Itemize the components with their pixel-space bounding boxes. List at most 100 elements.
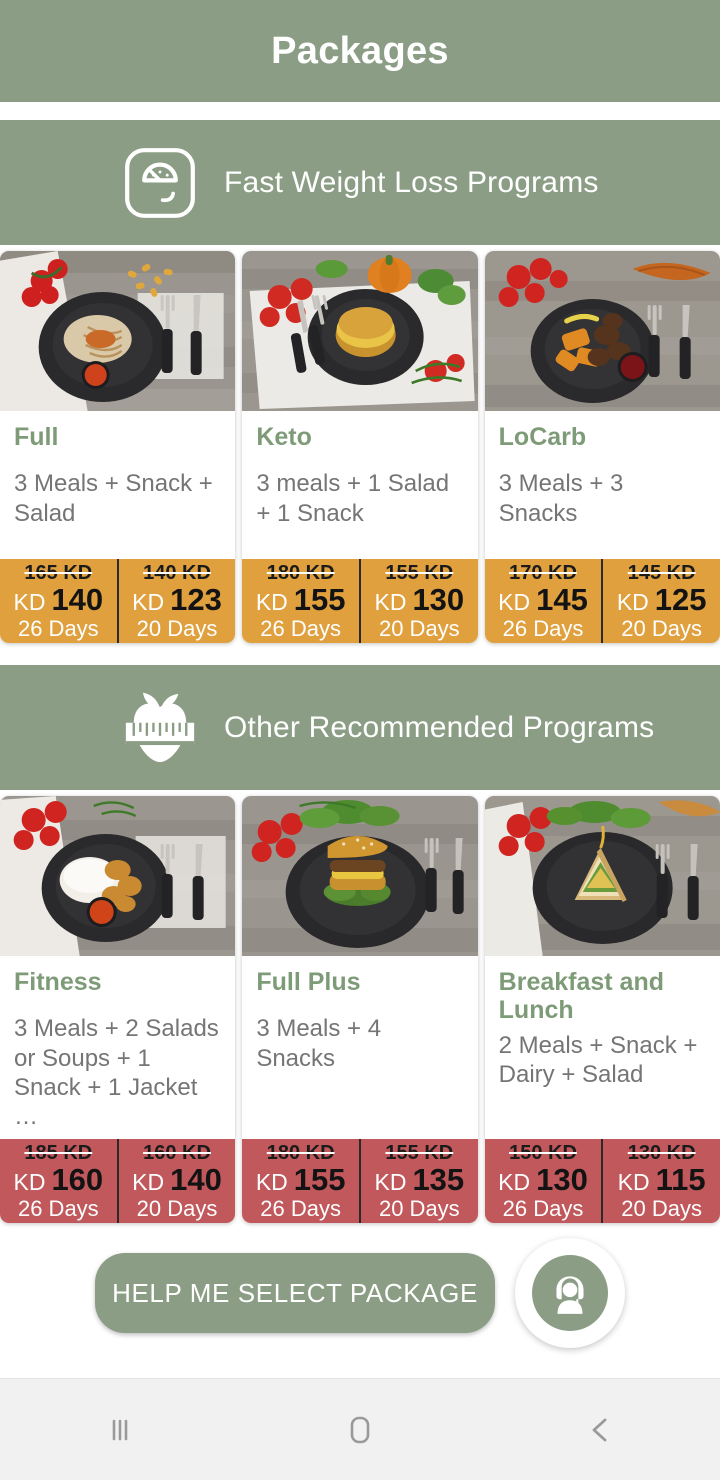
new-price: KD 140 <box>132 1164 222 1195</box>
package-image-keto <box>242 251 478 411</box>
new-price: KD 135 <box>374 1164 464 1195</box>
price-option-20-days[interactable]: 155 KD KD 135 20 Days <box>359 1139 478 1224</box>
package-title: Keto <box>256 423 312 451</box>
help-me-select-package-button[interactable]: HELP ME SELECT PACKAGE <box>95 1253 495 1334</box>
package-card-breakfast-and-lunch[interactable]: Breakfast and Lunch 2 Meals + Snack + Da… <box>484 796 720 1224</box>
section-title: Other Recommended Programs <box>224 710 655 744</box>
package-pricebar-locarb: 170 KD KD 145 26 Days 145 KD KD 125 20 D… <box>484 559 720 643</box>
section-header-fast-weight-loss: Fast Weight Loss Programs <box>0 120 720 245</box>
old-price: 180 KD <box>266 1141 335 1164</box>
package-card-full[interactable]: Full 3 Meals + Snack + Salad 165 KD KD 1… <box>0 251 236 643</box>
old-price: 150 KD <box>509 1141 577 1164</box>
apple-measuring-tape-icon <box>118 686 202 770</box>
price-amount: 140 <box>51 581 104 617</box>
old-price: 130 KD <box>627 1141 696 1164</box>
new-price: KD 123 <box>132 584 222 615</box>
bottom-action-area: HELP ME SELECT PACKAGE <box>0 1223 720 1364</box>
currency-label: KD <box>374 588 407 615</box>
package-card-fitness[interactable]: Fitness 3 Meals + 2 Salads or Soups + 1 … <box>0 796 236 1224</box>
package-title: Full Plus <box>256 968 361 996</box>
duration-label: 20 Days <box>378 1195 460 1221</box>
weight-scale-icon <box>118 141 202 225</box>
price-option-26-days[interactable]: 185 KD KD 160 26 Days <box>0 1139 117 1223</box>
package-pricebar-keto: 180 KD KD 155 26 Days 155 KD KD 130 20 D… <box>242 559 478 643</box>
price-option-20-days[interactable]: 145 KD KD 125 20 Days <box>601 559 720 643</box>
old-price: 155 KD <box>385 1141 454 1164</box>
package-image-fitness <box>0 796 236 956</box>
package-image-locarb <box>484 251 720 411</box>
new-price: KD 130 <box>498 1164 588 1195</box>
duration-label: 26 Days <box>260 615 342 641</box>
duration-label: 20 Days <box>621 615 703 641</box>
package-card-keto[interactable]: Keto 3 meals + 1 Salad + 1 Snack 180 KD … <box>242 251 478 643</box>
package-body-keto: Keto 3 meals + 1 Salad + 1 Snack <box>242 411 477 559</box>
currency-label: KD <box>617 1168 650 1195</box>
package-description: 3 Meals + 2 Salads or Soups + 1 Snack + … <box>14 1015 219 1131</box>
package-pricebar-breakfast-and-lunch: 150 KD KD 130 26 Days 130 KD KD 115 20 D… <box>484 1139 720 1224</box>
duration-label: 20 Days <box>378 615 460 641</box>
duration-label: 26 Days <box>17 615 99 641</box>
package-description: 3 Meals + 4 Snacks <box>256 1015 382 1072</box>
currency-label: KD <box>13 1168 46 1195</box>
package-card-row-other-recommended: Fitness 3 Meals + 2 Salads or Soups + 1 … <box>0 790 720 1224</box>
old-price: 180 KD <box>266 561 335 584</box>
currency-label: KD <box>255 1168 288 1195</box>
package-image-full <box>0 251 236 411</box>
price-option-26-days[interactable]: 170 KD KD 145 26 Days <box>485 559 602 643</box>
old-price: 170 KD <box>509 561 577 584</box>
price-amount: 160 <box>51 1161 104 1197</box>
price-option-20-days[interactable]: 155 KD KD 130 20 Days <box>359 559 478 643</box>
duration-label: 26 Days <box>502 1195 584 1221</box>
currency-label: KD <box>498 1168 531 1195</box>
duration-label: 20 Days <box>136 1195 218 1221</box>
price-amount: 125 <box>654 581 707 617</box>
old-price: 155 KD <box>385 561 454 584</box>
package-title: Fitness <box>14 968 102 996</box>
price-amount: 130 <box>412 581 465 617</box>
currency-label: KD <box>616 588 649 615</box>
package-pricebar-full: 165 KD KD 140 26 Days 140 KD KD 123 20 D… <box>0 559 236 643</box>
page-title: Packages <box>271 29 449 72</box>
back-icon[interactable] <box>540 1395 660 1465</box>
package-pricebar-full-plus: 180 KD KD 155 26 Days 155 KD KD 135 20 D… <box>242 1139 478 1224</box>
new-price: KD 115 <box>618 1164 706 1195</box>
price-option-26-days[interactable]: 165 KD KD 140 26 Days <box>0 559 117 643</box>
package-card-row-fast-weight-loss: Full 3 Meals + Snack + Salad 165 KD KD 1… <box>0 245 720 643</box>
recents-icon[interactable] <box>60 1395 180 1465</box>
package-card-full-plus[interactable]: Full Plus 3 Meals + 4 Snacks 180 KD KD 1… <box>242 796 478 1224</box>
new-price: KD 130 <box>374 584 464 615</box>
old-price: 140 KD <box>143 561 211 584</box>
android-navigation-bar <box>0 1378 720 1480</box>
price-amount: 145 <box>536 581 588 617</box>
duration-label: 26 Days <box>17 1195 99 1221</box>
section-header-other-recommended: Other Recommended Programs <box>0 665 720 790</box>
old-price: 165 KD <box>24 561 93 584</box>
price-option-26-days[interactable]: 180 KD KD 155 26 Days <box>242 1139 359 1223</box>
old-price: 145 KD <box>627 561 696 584</box>
price-option-20-days[interactable]: 140 KD KD 123 20 Days <box>116 559 236 643</box>
price-option-20-days[interactable]: 160 KD KD 140 20 Days <box>116 1139 236 1224</box>
package-description: 3 Meals + Snack + Salad <box>14 470 213 527</box>
package-card-locarb[interactable]: LoCarb 3 Meals + 3 Snacks 170 KD KD 145 … <box>484 251 720 643</box>
packages-scroll-area[interactable]: Fast Weight Loss Programs Full 3 Meals +… <box>0 102 720 1378</box>
price-option-26-days[interactable]: 150 KD KD 130 26 Days <box>485 1139 602 1223</box>
price-option-20-days[interactable]: 130 KD KD 115 20 Days <box>601 1139 720 1224</box>
currency-label: KD <box>255 588 288 615</box>
package-body-fitness: Fitness 3 Meals + 2 Salads or Soups + 1 … <box>0 956 235 1139</box>
currency-label: KD <box>374 1168 407 1195</box>
price-amount: 123 <box>170 581 222 617</box>
package-body-locarb: LoCarb 3 Meals + 3 Snacks <box>485 411 720 559</box>
new-price: KD 140 <box>13 584 103 615</box>
currency-label: KD <box>132 588 165 615</box>
package-title: LoCarb <box>498 423 587 451</box>
package-body-full: Full 3 Meals + Snack + Salad <box>0 411 235 559</box>
home-icon[interactable] <box>300 1395 420 1465</box>
new-price: KD 155 <box>256 584 346 615</box>
old-price: 185 KD <box>24 1141 93 1164</box>
currency-label: KD <box>498 588 531 615</box>
package-title: Full <box>14 423 59 451</box>
support-fab-button[interactable] <box>515 1238 625 1349</box>
price-amount: 155 <box>293 581 346 617</box>
app-bar: Packages <box>0 0 720 102</box>
price-option-26-days[interactable]: 180 KD KD 155 26 Days <box>242 559 359 643</box>
